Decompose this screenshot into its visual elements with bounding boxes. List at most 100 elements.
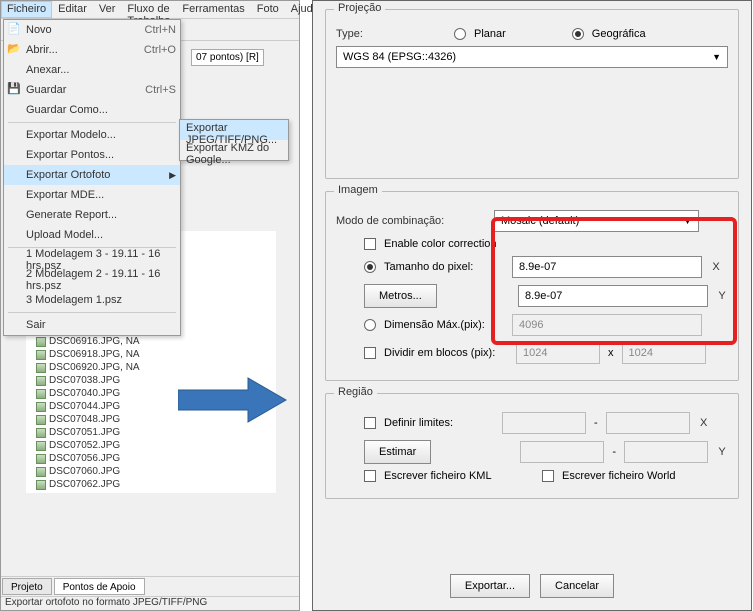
menu-ver[interactable]: Ver: [93, 1, 122, 18]
checkbox-world[interactable]: [542, 470, 554, 482]
kml-label: Escrever ficheiro KML: [384, 470, 534, 482]
checkbox-definir[interactable]: [364, 417, 376, 429]
menu-exp-ortofoto[interactable]: Exportar Ortofoto▶: [4, 165, 180, 185]
geografica-label: Geográfica: [592, 28, 646, 40]
menu-exp-modelo[interactable]: Exportar Modelo...: [4, 125, 180, 145]
menu-abrir[interactable]: 📂Abrir...Ctrl+O: [4, 40, 180, 60]
workspace-label: 07 pontos) [R]: [191, 49, 264, 66]
radio-planar[interactable]: [454, 28, 466, 40]
group-label: Projeção: [334, 2, 385, 14]
save-icon: 💾: [7, 82, 21, 96]
exportar-button[interactable]: Exportar...: [450, 574, 530, 598]
cancelar-button[interactable]: Cancelar: [540, 574, 614, 598]
list-item[interactable]: DSC06918.JPG, NA: [26, 348, 276, 361]
y-suffix: Y: [716, 290, 728, 302]
menu-recent-3[interactable]: 3 Modelagem 1.psz: [4, 290, 180, 310]
new-icon: 📄: [7, 22, 21, 36]
x-separator: x: [608, 347, 614, 359]
menu-gen-report[interactable]: Generate Report...: [4, 205, 180, 225]
menu-guardar-como[interactable]: Guardar Como...: [4, 100, 180, 120]
file-name: DSC06918.JPG, NA: [49, 348, 140, 361]
chevron-right-icon: ▶: [169, 170, 176, 181]
checkbox-kml[interactable]: [364, 470, 376, 482]
metros-button[interactable]: Metros...: [364, 284, 437, 308]
file-name: DSC07048.JPG: [49, 413, 120, 426]
export-ortofoto-submenu: Exportar JPEG/TIFF/PNG... Exportar KMZ d…: [179, 119, 289, 161]
radio-tamanho-pixel[interactable]: [364, 261, 376, 273]
image-icon: [36, 402, 46, 412]
list-item[interactable]: DSC07052.JPG: [26, 439, 276, 452]
menu-recent-1[interactable]: 1 Modelagem 3 - 19.11 - 16 hrs.psz: [4, 250, 180, 270]
statusbar: Exportar ortofoto no formato JPEG/TIFF/P…: [1, 596, 299, 610]
menu-anexar[interactable]: Anexar...: [4, 60, 180, 80]
image-icon: [36, 350, 46, 360]
open-icon: 📂: [7, 42, 21, 56]
file-name: DSC06920.JPG, NA: [49, 361, 140, 374]
group-label: Imagem: [334, 184, 382, 196]
list-item[interactable]: DSC07062.JPG: [26, 478, 276, 491]
list-item[interactable]: DSC07056.JPG: [26, 452, 276, 465]
list-item[interactable]: DSC06916.JPG, NA: [26, 335, 276, 348]
menu-foto[interactable]: Foto: [251, 1, 285, 18]
pixel-y-input[interactable]: 8.9e-07: [518, 285, 708, 307]
x-suffix: X: [710, 261, 722, 273]
checkbox-color-correction[interactable]: [364, 238, 376, 250]
radio-geografica[interactable]: [572, 28, 584, 40]
tab-projeto[interactable]: Projeto: [2, 578, 52, 595]
file-name: DSC07056.JPG: [49, 452, 120, 465]
menu-upload-model[interactable]: Upload Model...: [4, 225, 180, 245]
image-icon: [36, 337, 46, 347]
file-menu-dropdown: 📄NovoCtrl+N 📂Abrir...Ctrl+O Anexar... 💾G…: [3, 19, 181, 336]
image-icon: [36, 428, 46, 438]
group-projecao: Projeção Type: Planar Geográfica WGS 84 …: [325, 9, 739, 179]
menu-guardar[interactable]: 💾GuardarCtrl+S: [4, 80, 180, 100]
definir-label: Definir limites:: [384, 417, 494, 429]
checkbox-dividir[interactable]: [364, 347, 376, 359]
image-icon: [36, 493, 46, 494]
submenu-jpeg[interactable]: Exportar JPEG/TIFF/PNG...: [180, 120, 288, 140]
planar-label: Planar: [474, 28, 506, 40]
menu-sair[interactable]: Sair: [4, 315, 180, 335]
group-regiao: Região Definir limites: - X Estimar - Y …: [325, 393, 739, 499]
menu-exp-mde[interactable]: Exportar MDE...: [4, 185, 180, 205]
menu-novo[interactable]: 📄NovoCtrl+N: [4, 20, 180, 40]
crs-combo[interactable]: WGS 84 (EPSG::4326) ▼: [336, 46, 728, 68]
modo-label: Modo de combinação:: [336, 215, 486, 227]
file-name: DSC07060.JPG: [49, 465, 120, 478]
modo-combo[interactable]: Mosaic (default) ▼: [494, 210, 699, 232]
list-item[interactable]: DSC07064.JPG: [26, 491, 276, 493]
file-name: DSC07044.JPG: [49, 400, 120, 413]
menu-fluxo[interactable]: Fluxo de Trabalho: [121, 1, 176, 18]
block-x-input: 1024: [516, 342, 600, 364]
image-icon: [36, 480, 46, 490]
menu-recent-2[interactable]: 2 Modelagem 2 - 19.11 - 16 hrs.psz: [4, 270, 180, 290]
list-item[interactable]: DSC07051.JPG: [26, 426, 276, 439]
radio-dim-max[interactable]: [364, 319, 376, 331]
file-name: DSC07062.JPG: [49, 478, 120, 491]
tab-pontos[interactable]: Pontos de Apoio: [54, 578, 145, 595]
dash: -: [594, 417, 598, 429]
dim-max-label: Dimensão Máx.(pix):: [384, 319, 504, 331]
dash: -: [612, 446, 616, 458]
file-name: DSC07038.JPG: [49, 374, 120, 387]
file-name: DSC07051.JPG: [49, 426, 120, 439]
file-name: DSC06916.JPG, NA: [49, 335, 140, 348]
crs-value: WGS 84 (EPSG::4326): [343, 51, 456, 63]
color-correction-label: Enable color correction: [384, 238, 497, 250]
list-item[interactable]: DSC06920.JPG, NA: [26, 361, 276, 374]
image-icon: [36, 389, 46, 399]
dialog-footer: Exportar... Cancelar: [313, 574, 751, 598]
menu-ficheiro[interactable]: Ficheiro: [1, 1, 52, 18]
y-suffix: Y: [716, 446, 728, 458]
menu-ferramentas[interactable]: Ferramentas: [176, 1, 250, 18]
image-icon: [36, 441, 46, 451]
menu-editar[interactable]: Editar: [52, 1, 93, 18]
image-icon: [36, 376, 46, 386]
x-suffix: X: [698, 417, 710, 429]
chevron-down-icon: ▼: [683, 216, 692, 226]
chevron-down-icon: ▼: [712, 52, 721, 62]
estimar-button[interactable]: Estimar: [364, 440, 431, 464]
list-item[interactable]: DSC07060.JPG: [26, 465, 276, 478]
pixel-x-input[interactable]: 8.9e-07: [512, 256, 702, 278]
menu-exp-pontos[interactable]: Exportar Pontos...: [4, 145, 180, 165]
